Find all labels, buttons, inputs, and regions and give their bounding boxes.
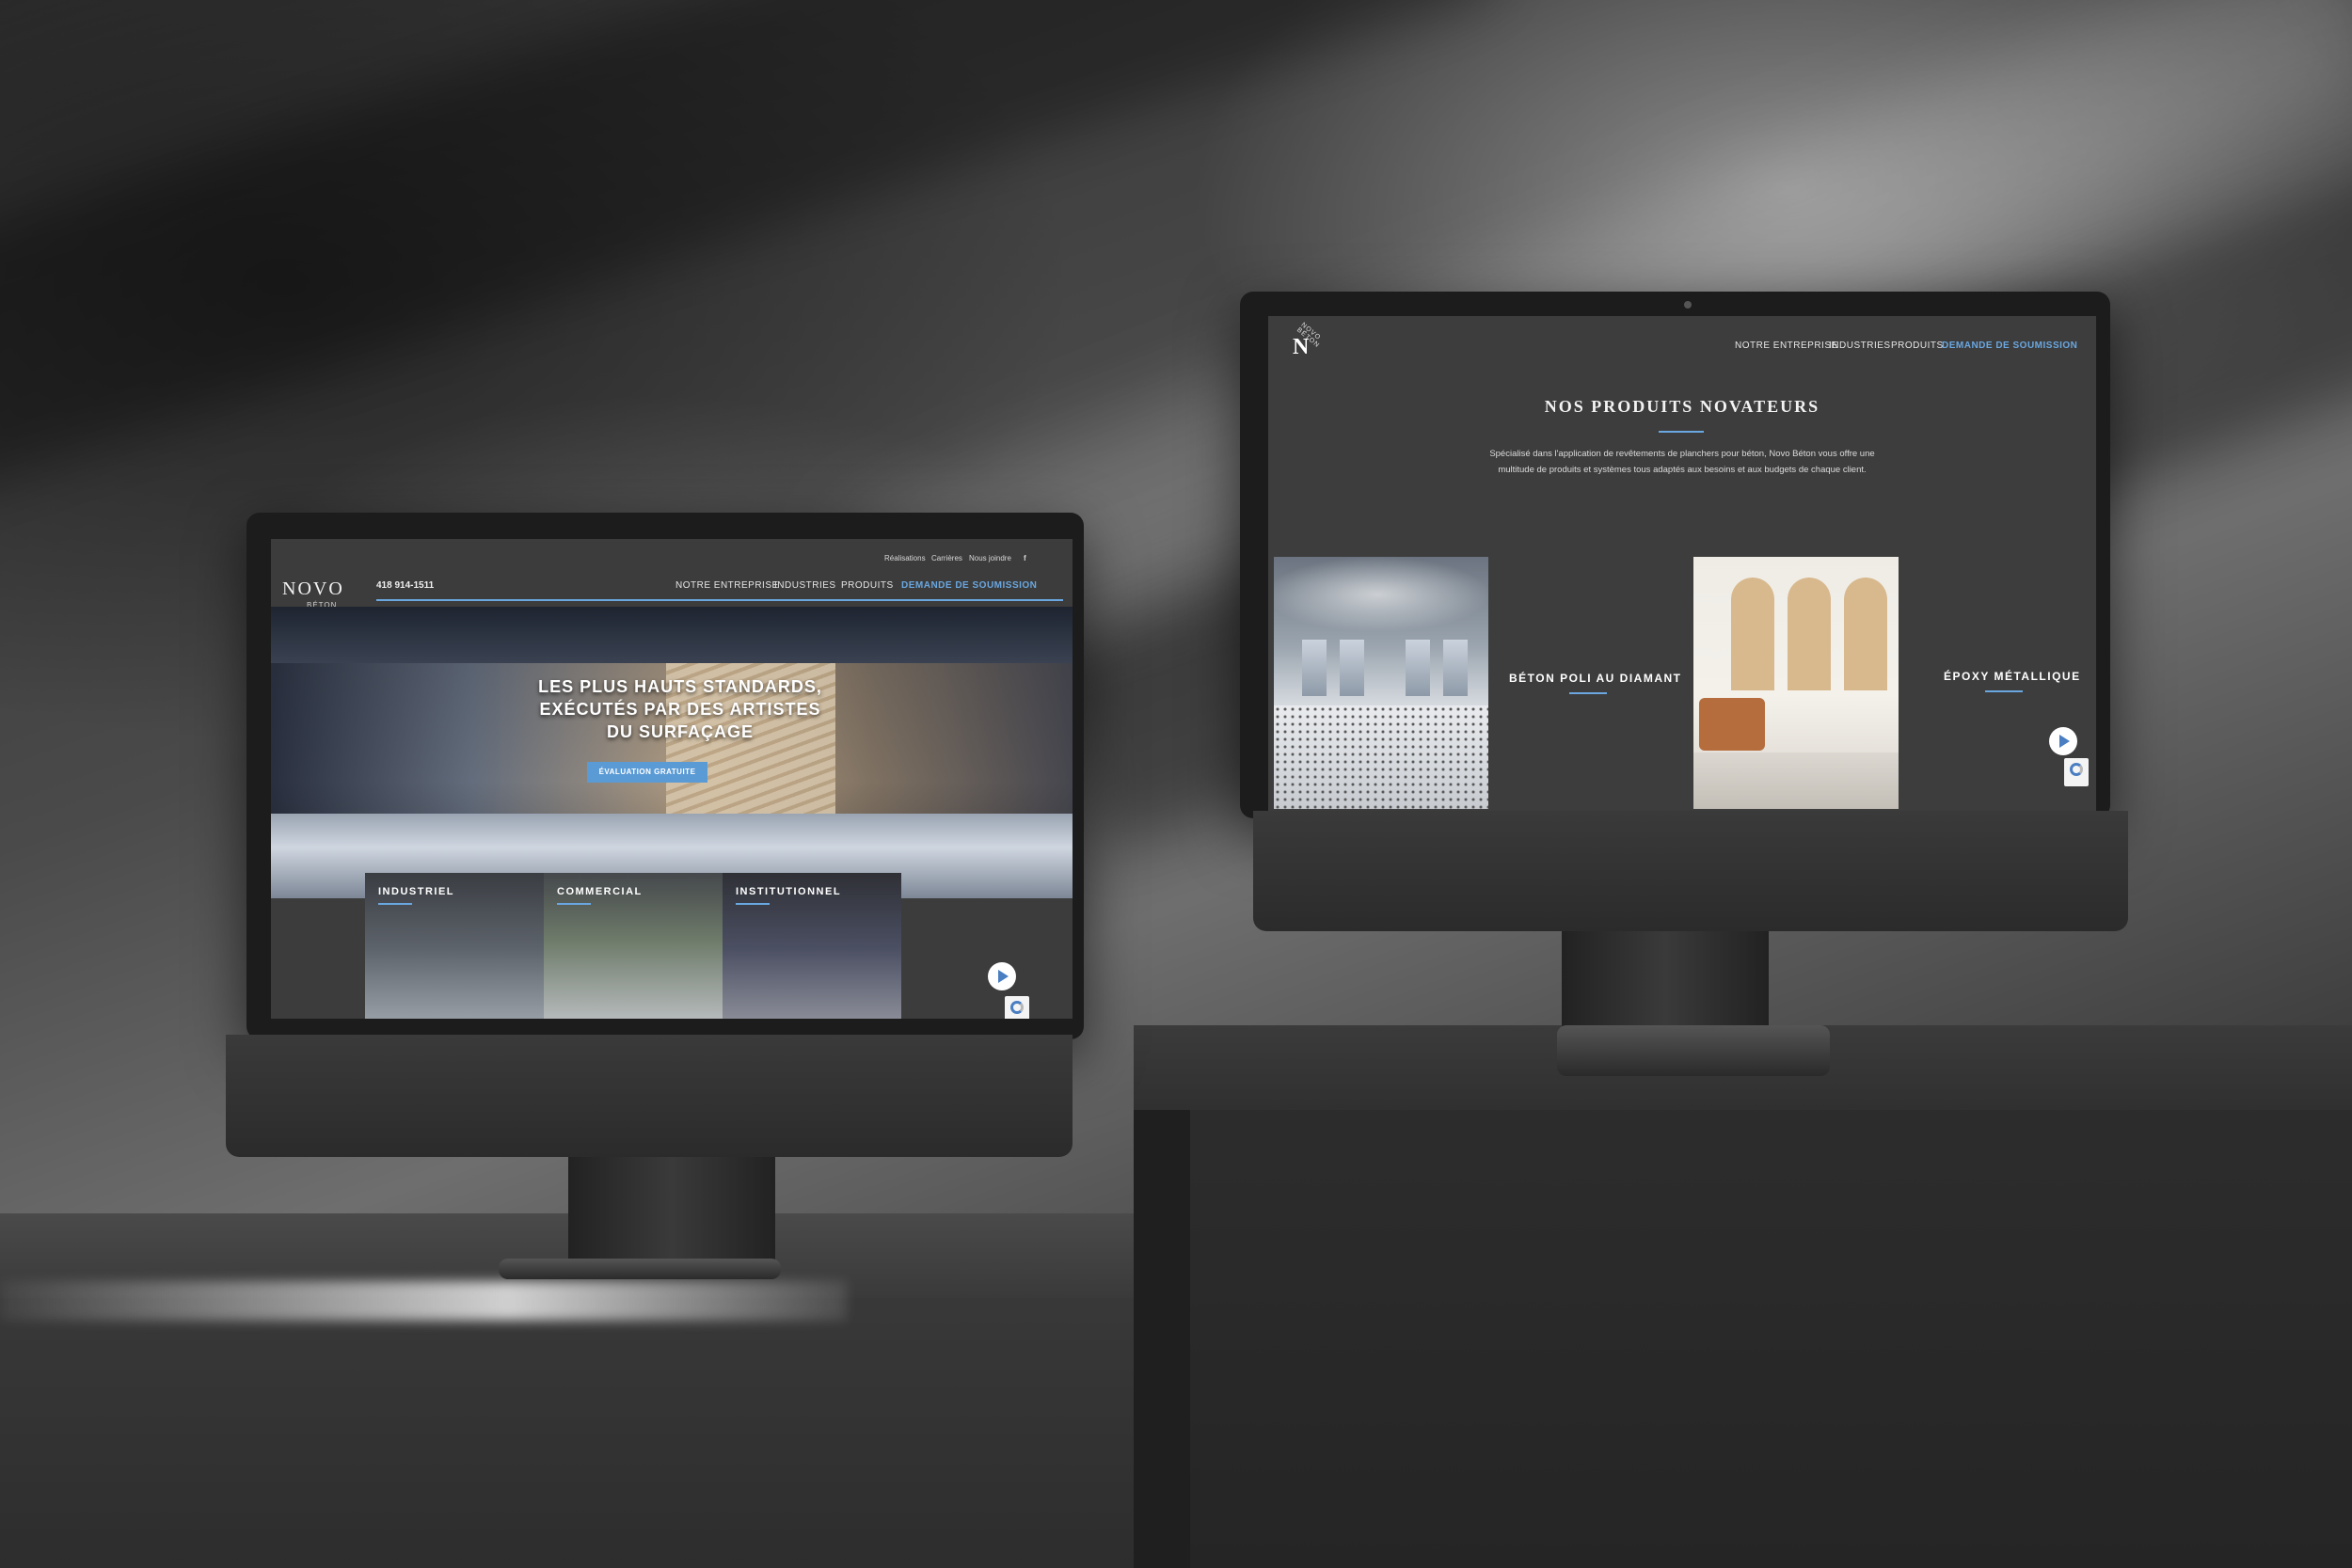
hero-headline-line: DU SURFAÇAGE <box>606 722 754 741</box>
top-link-nous-joindre[interactable]: Nous joindre <box>969 554 1011 562</box>
card-underline <box>378 903 412 905</box>
camera-dot <box>1684 301 1692 309</box>
product-title[interactable]: ÉPOXY MÉTALLIQUE <box>1944 670 2081 683</box>
mockup-scene: Réalisations Carrières Nous joindre f NO… <box>0 0 2352 1568</box>
right-pedestal-edge <box>1134 1110 1190 1568</box>
card-underline <box>557 903 591 905</box>
hero-headline-line: EXÉCUTÉS PAR DES ARTISTES <box>539 700 821 719</box>
right-monitor-chin <box>1253 811 2128 931</box>
nav-underline <box>376 599 1063 601</box>
product-image-beton-poli[interactable] <box>1274 557 1488 809</box>
nav-industries[interactable]: INDUSTRIES <box>774 580 836 591</box>
recaptcha-icon[interactable] <box>1005 996 1029 1019</box>
product-title-underline <box>1985 690 2023 692</box>
play-button-icon[interactable] <box>2049 727 2077 755</box>
card-title: INDUSTRIEL <box>378 886 454 897</box>
phone-number[interactable]: 418 914-1511 <box>376 580 434 591</box>
play-button-icon[interactable] <box>988 962 1016 990</box>
facebook-icon[interactable]: f <box>1024 554 1026 562</box>
nav-produits[interactable]: PRODUITS <box>841 580 894 591</box>
section-title: NOS PRODUITS NOVATEURS <box>1544 397 1820 416</box>
hero-headline: LES PLUS HAUTS STANDARDS, EXÉCUTÉS PAR D… <box>525 675 835 743</box>
store-shelf <box>1406 640 1430 696</box>
wall-shelf-arch <box>1788 578 1831 690</box>
top-link-realisations[interactable]: Réalisations <box>884 554 926 562</box>
hero-headline-line: LES PLUS HAUTS STANDARDS, <box>538 677 822 696</box>
card-title: COMMERCIAL <box>557 886 643 897</box>
product-title[interactable]: BÉTON POLI AU DIAMANT <box>1509 672 1682 685</box>
left-website-screen: Réalisations Carrières Nous joindre f NO… <box>271 539 1073 1019</box>
pedestal-light-streak <box>0 1281 847 1321</box>
nav-notre-entreprise[interactable]: NOTRE ENTREPRISE <box>675 580 779 591</box>
epoxy-floor <box>1693 752 1899 809</box>
terrazzo-floor <box>1274 705 1488 809</box>
card-title: INSTITUTIONNEL <box>736 886 842 897</box>
section-title-underline <box>1659 431 1704 433</box>
right-website-screen: N NOVO BÉTON NOTRE ENTREPRISE INDUSTRIES… <box>1268 316 2096 811</box>
nav-notre-entreprise[interactable]: NOTRE ENTREPRISE <box>1735 341 1838 351</box>
store-shelf <box>1340 640 1364 696</box>
free-evaluation-button[interactable]: ÉVALUATION GRATUITE <box>587 762 707 783</box>
site-logo[interactable]: N NOVO BÉTON <box>1278 322 1327 371</box>
hero-image <box>271 607 1073 898</box>
product-image-epoxy[interactable] <box>1693 557 1899 809</box>
nav-demande-de-soumission[interactable]: DEMANDE DE SOUMISSION <box>901 580 1037 591</box>
intro-line: multitude de produits et systèmes tous a… <box>1498 465 1867 475</box>
store-shelf <box>1443 640 1468 696</box>
industry-card-commercial[interactable]: COMMERCIAL <box>544 873 723 1019</box>
wall-shelf-arch <box>1844 578 1887 690</box>
left-monitor-chin <box>226 1035 1073 1157</box>
hero-ceiling <box>271 607 1073 663</box>
nav-industries[interactable]: INDUSTRIES <box>1829 341 1891 351</box>
left-monitor-foot <box>499 1259 781 1279</box>
wall-shelf-arch <box>1731 578 1774 690</box>
industry-card-institutionnel[interactable]: INSTITUTIONNEL <box>723 873 901 1019</box>
nav-produits[interactable]: PRODUITS <box>1891 341 1944 351</box>
top-link-carrieres[interactable]: Carrières <box>931 554 962 562</box>
right-monitor-stand <box>1562 917 1769 1030</box>
section-intro: Spécialisé dans l'application de revêtem… <box>1456 446 1908 478</box>
industry-card-industriel[interactable]: INDUSTRIEL <box>365 873 544 1019</box>
card-underline <box>736 903 770 905</box>
intro-line: Spécialisé dans l'application de revêtem… <box>1489 449 1875 459</box>
nav-demande-de-soumission[interactable]: DEMANDE DE SOUMISSION <box>1942 341 2077 351</box>
product-title-underline <box>1569 692 1607 694</box>
right-monitor-foot <box>1557 1025 1830 1076</box>
site-logo[interactable]: NOVO <box>282 578 344 600</box>
recaptcha-icon[interactable] <box>2064 758 2089 786</box>
leather-sofa <box>1699 698 1765 751</box>
left-monitor-stand <box>568 1152 775 1265</box>
store-shelf <box>1302 640 1327 696</box>
